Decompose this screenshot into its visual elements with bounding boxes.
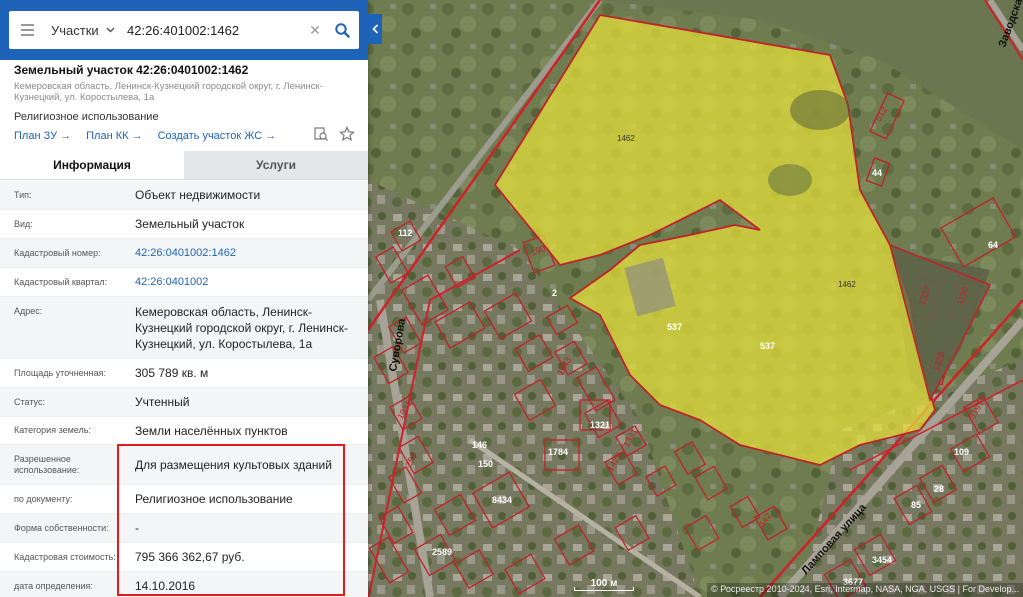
table-row: дата определения: 14.10.2016 — [0, 572, 368, 597]
table-row: Кадастровый квартал: 42:26:0401002 — [0, 268, 368, 297]
chevron-down-icon — [106, 25, 115, 36]
svg-text:1784: 1784 — [548, 447, 568, 457]
row-label: Статус: — [14, 396, 45, 407]
svg-text:2: 2 — [552, 288, 557, 298]
row-value: Учтенный — [135, 395, 190, 409]
search-icon — [334, 22, 350, 38]
svg-text:1321: 1321 — [590, 420, 610, 430]
map-scale-bar: 100 м — [574, 578, 634, 594]
table-row: Форма собственности: - — [0, 514, 368, 543]
svg-text:64: 64 — [988, 240, 998, 250]
chevron-left-icon — [371, 24, 378, 34]
object-links: План ЗУ → План КК → Создать участок ЖС → — [14, 130, 359, 142]
row-value: Земли населённых пунктов — [135, 423, 288, 438]
row-value: Для размещения культовых зданий — [135, 457, 332, 472]
row-value: Кемеровская область, Ленинск-Кузнецкий г… — [135, 304, 348, 351]
svg-text:112: 112 — [398, 228, 413, 238]
pond-dark-2 — [768, 164, 812, 196]
row-label: Кадастровая стоимость: — [14, 551, 116, 562]
hamburger-menu-icon[interactable] — [9, 11, 45, 49]
row-label: Кадастровый номер: — [14, 247, 101, 258]
svg-text:28: 28 — [934, 484, 944, 494]
search-button[interactable] — [325, 11, 359, 49]
pond-dark — [790, 90, 850, 130]
info-panel: Участки ✕ Земельный участок 42:26:040100… — [0, 0, 368, 597]
svg-text:109: 109 — [954, 447, 969, 457]
row-label: Разрешенное использование: — [14, 453, 80, 475]
collapse-panel-button[interactable] — [368, 14, 382, 44]
plan-zu-link[interactable]: План ЗУ → — [14, 130, 71, 142]
table-row: по документу: Религиозное использование — [0, 485, 368, 514]
search-bar: Участки ✕ — [0, 0, 368, 60]
object-header: Земельный участок 42:26:0401002:1462 Кем… — [14, 62, 359, 142]
search-input[interactable] — [123, 11, 305, 49]
row-label: Категория земель: — [14, 425, 91, 435]
row-label: Тип: — [14, 189, 32, 200]
svg-text:537: 537 — [760, 341, 775, 351]
row-label: Площадь уточненная: — [14, 367, 106, 378]
cadastral-quarter-link[interactable]: 42:26:0401002 — [118, 268, 368, 296]
search-type-label: Участки — [51, 22, 99, 38]
table-row: Кадастровый номер: 42:26:0401002:1462 — [0, 239, 368, 268]
table-row: Тип: Объект недвижимости — [0, 181, 368, 210]
table-row: Разрешенное использование: Для размещени… — [0, 445, 368, 485]
row-value: Земельный участок — [135, 217, 245, 231]
row-label: Форма собственности: — [14, 522, 109, 533]
clear-search-icon[interactable]: ✕ — [305, 22, 325, 39]
svg-text:85: 85 — [911, 500, 921, 510]
svg-text:150: 150 — [478, 459, 493, 469]
svg-text:44: 44 — [872, 168, 882, 178]
create-plot-link[interactable]: Создать участок ЖС → — [158, 130, 277, 142]
svg-text:537: 537 — [667, 322, 682, 332]
star-icon[interactable] — [339, 126, 355, 142]
row-value: Объект недвижимости — [135, 188, 261, 202]
object-title: Земельный участок 42:26:0401002:1462 — [14, 63, 249, 77]
table-row: Адрес: Кемеровская область, Ленинск-Кузн… — [0, 297, 368, 359]
row-label: дата определения: — [14, 580, 93, 591]
header-actions — [313, 126, 355, 142]
table-row: Статус: Учтенный — [0, 388, 368, 417]
plan-kk-link[interactable]: План КК → — [86, 130, 142, 142]
document-search-icon[interactable] — [313, 126, 329, 142]
row-value: Религиозное использование — [135, 492, 293, 506]
svg-text:3454: 3454 — [872, 555, 892, 565]
parcel-label-1462-east: 1462 — [838, 280, 856, 289]
row-value: - — [135, 521, 139, 535]
svg-text:8434: 8434 — [492, 495, 512, 505]
search-type-select[interactable]: Участки — [45, 11, 123, 49]
row-label: Кадастровый квартал: — [14, 276, 108, 287]
tab-information[interactable]: Информация — [0, 151, 184, 179]
search-box: Участки ✕ — [9, 11, 359, 49]
object-use: Религиозное использование — [14, 111, 159, 123]
map-scale-bar-line — [574, 587, 634, 591]
table-row: Вид: Земельный участок — [0, 210, 368, 239]
svg-text:146: 146 — [472, 440, 487, 450]
cadastral-number-link[interactable]: 42:26:0401002:1462 — [118, 239, 368, 267]
table-row: Площадь уточненная: 305 789 кв. м — [0, 359, 368, 388]
object-address: Кемеровская область, Ленинск-Кузнецкий г… — [14, 81, 323, 103]
panel-tabs: Информация Услуги — [0, 151, 368, 180]
table-row: Кадастровая стоимость: 795 366 362,67 ру… — [0, 543, 368, 572]
tab-services[interactable]: Услуги — [184, 151, 368, 179]
row-value: 14.10.2016 — [135, 579, 196, 593]
row-value: 795 366 362,67 руб. — [135, 550, 245, 564]
map-attribution[interactable]: © Росреестр 2010-2024, Esri, Intermap, N… — [707, 583, 1023, 597]
row-label: Адрес: — [14, 306, 43, 316]
row-label: Вид: — [14, 218, 33, 229]
attribute-table: Тип: Объект недвижимости Вид: Земельный … — [0, 181, 368, 597]
parcel-label-1462: 1462 — [617, 134, 635, 143]
table-row: Категория земель: Земли населённых пункт… — [0, 417, 368, 445]
row-label: по документу: — [14, 493, 73, 504]
svg-text:2589: 2589 — [432, 547, 452, 557]
row-value: 305 789 кв. м — [135, 366, 209, 380]
